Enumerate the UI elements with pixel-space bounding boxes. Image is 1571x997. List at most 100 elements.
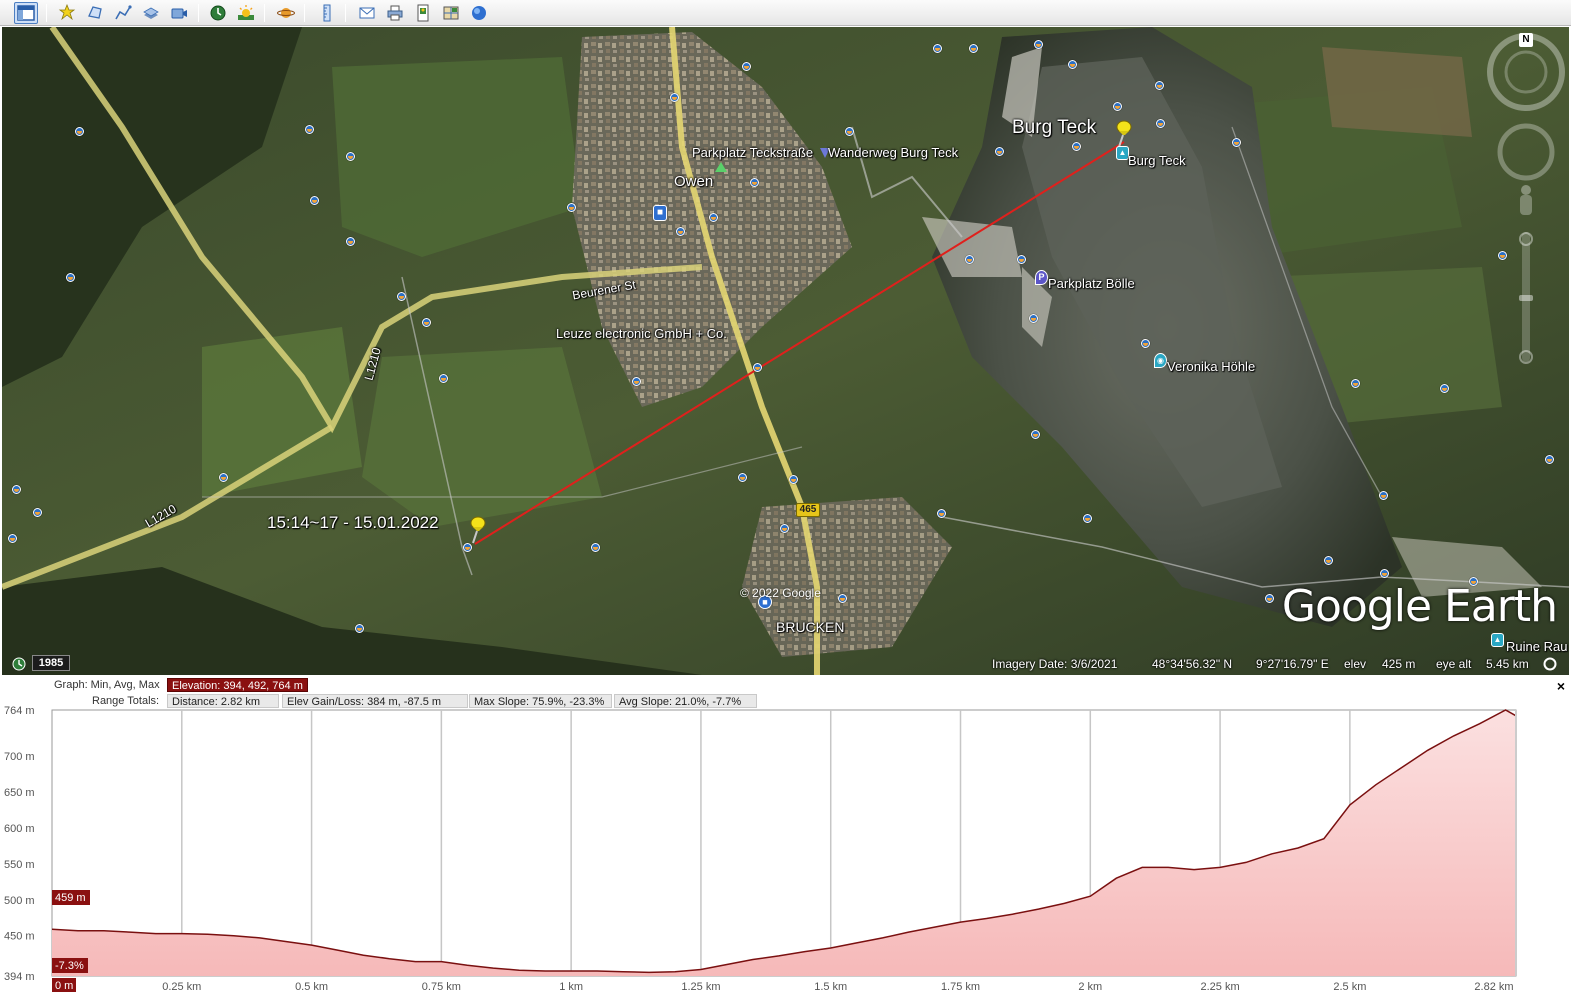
view-in-maps-button[interactable] [439, 2, 463, 24]
poi-marker[interactable] [1440, 384, 1449, 393]
ruler-button[interactable] [315, 2, 339, 24]
poi-marker[interactable] [591, 543, 600, 552]
label-burg-teck-small[interactable]: Burg Teck [1128, 153, 1186, 168]
x-tick-label: 0.75 km [422, 981, 461, 993]
compass-north-indicator[interactable]: N [1519, 33, 1533, 47]
poi-marker[interactable] [1141, 339, 1150, 348]
poi-marker[interactable] [742, 62, 751, 71]
label-wanderweg-burg-teck[interactable]: Wanderweg Burg Teck [828, 145, 958, 160]
sidebar-toggle-button[interactable] [14, 2, 38, 24]
label-burg-teck-large[interactable]: Burg Teck [1012, 117, 1096, 139]
poi-marker[interactable] [1351, 379, 1360, 388]
elevation-chart[interactable]: 764 m 700 m 650 m 600 m 550 m 500 m 450 m 394 m… [0, 706, 1571, 997]
poi-marker[interactable] [838, 594, 847, 603]
poi-marker[interactable] [1324, 556, 1333, 565]
poi-marker[interactable] [12, 485, 21, 494]
x-tick-label: 1.25 km [681, 981, 720, 993]
poi-marker[interactable] [305, 125, 314, 134]
label-veronika-hohle[interactable]: Veronika Höhle [1167, 359, 1255, 374]
poi-marker[interactable] [1156, 119, 1165, 128]
poi-marker[interactable] [1034, 40, 1043, 49]
poi-marker[interactable] [1068, 60, 1077, 69]
cursor-distance-badge: 0 m [55, 980, 73, 992]
poi-marker[interactable] [422, 318, 431, 327]
poi-marker[interactable] [937, 509, 946, 518]
poi-marker[interactable] [1017, 255, 1026, 264]
poi-marker[interactable] [1072, 142, 1081, 151]
sun-icon [238, 5, 254, 20]
poi-marker[interactable] [1380, 569, 1389, 578]
poi-marker[interactable] [780, 524, 789, 533]
poi-marker[interactable] [1379, 491, 1388, 500]
poi-marker[interactable] [567, 203, 576, 212]
poi-marker[interactable] [1083, 514, 1092, 523]
x-tick-label: 1.5 km [814, 981, 847, 993]
poi-marker[interactable] [397, 292, 406, 301]
poi-marker[interactable] [355, 624, 364, 633]
poi-marker[interactable] [1113, 102, 1122, 111]
label-leuze-electronic[interactable]: Leuze electronic GmbH + Co. [556, 326, 727, 341]
imagery-date: Imagery Date: 3/6/2021 [992, 657, 1118, 671]
camera-poi-icon[interactable]: ◉ [1154, 353, 1167, 368]
switch-planet-button[interactable] [274, 2, 298, 24]
poi-marker[interactable] [670, 93, 679, 102]
poi-marker[interactable] [219, 473, 228, 482]
castle-poi-icon[interactable]: ▲ [1491, 633, 1504, 647]
add-path-button[interactable] [111, 2, 135, 24]
streaming-status-icon [1543, 657, 1557, 671]
poi-marker[interactable] [1265, 594, 1274, 603]
poi-marker[interactable] [1232, 138, 1241, 147]
navigation-controls[interactable] [1486, 27, 1568, 387]
start-pushpin-icon[interactable] [465, 515, 489, 545]
poi-marker[interactable] [789, 475, 798, 484]
poi-marker[interactable] [75, 127, 84, 136]
email-button[interactable] [355, 2, 379, 24]
poi-marker[interactable] [346, 152, 355, 161]
poi-marker[interactable] [969, 44, 978, 53]
close-profile-button[interactable]: × [1557, 678, 1565, 694]
poi-marker[interactable] [845, 127, 854, 136]
label-parkplatz-teckstrasse[interactable]: Parkplatz Teckstraße [692, 145, 813, 160]
print-button[interactable] [383, 2, 407, 24]
poi-marker[interactable] [1031, 430, 1040, 439]
end-pushpin-icon[interactable] [1111, 119, 1135, 149]
poi-marker[interactable] [66, 273, 75, 282]
poi-marker[interactable] [8, 534, 17, 543]
record-tour-button[interactable] [167, 2, 191, 24]
bus-stop-icon[interactable]: ■ [653, 205, 667, 221]
add-image-overlay-button[interactable] [139, 2, 163, 24]
poi-marker[interactable] [995, 147, 1004, 156]
poi-marker[interactable] [632, 377, 641, 386]
poi-marker[interactable] [439, 374, 448, 383]
historical-imagery-button[interactable] [206, 2, 230, 24]
poi-marker[interactable] [1029, 314, 1038, 323]
poi-marker[interactable] [965, 255, 974, 264]
cursor-slope-badge: -7.3% [55, 960, 84, 972]
label-track-start[interactable]: 15:14~17 - 15.01.2022 [267, 513, 439, 533]
poi-marker[interactable] [1155, 81, 1164, 90]
poi-marker[interactable] [738, 473, 747, 482]
google-earth-logo: Google Earth [1281, 581, 1558, 632]
save-image-button[interactable] [411, 2, 435, 24]
label-brucken[interactable]: BRUCKEN [776, 619, 844, 635]
poi-marker[interactable] [310, 196, 319, 205]
label-ruine-rau[interactable]: Ruine Rau [1506, 639, 1567, 654]
add-polygon-button[interactable] [83, 2, 107, 24]
poi-marker[interactable] [676, 227, 685, 236]
tree-poi-icon[interactable] [715, 162, 727, 172]
label-owen[interactable]: Owen [674, 173, 713, 190]
poi-marker[interactable] [709, 213, 718, 222]
poi-marker[interactable] [933, 44, 942, 53]
poi-marker[interactable] [33, 508, 42, 517]
poi-marker[interactable] [1545, 455, 1554, 464]
earth-button[interactable] [467, 2, 491, 24]
label-parkplatz-bolle[interactable]: Parkplatz Bölle [1048, 276, 1135, 291]
poi-marker[interactable] [753, 363, 762, 372]
poi-marker[interactable] [750, 178, 759, 187]
add-placemark-button[interactable] [55, 2, 79, 24]
poi-marker[interactable] [346, 237, 355, 246]
elevation-readout: 425 m [1382, 657, 1416, 671]
map-view[interactable]: ■ ■ P ◉ ▲ ▲ 465 Burg Teck Burg Teck Park… [2, 27, 1569, 675]
parking-icon[interactable]: P [1035, 270, 1048, 285]
sunlight-button[interactable] [234, 2, 258, 24]
